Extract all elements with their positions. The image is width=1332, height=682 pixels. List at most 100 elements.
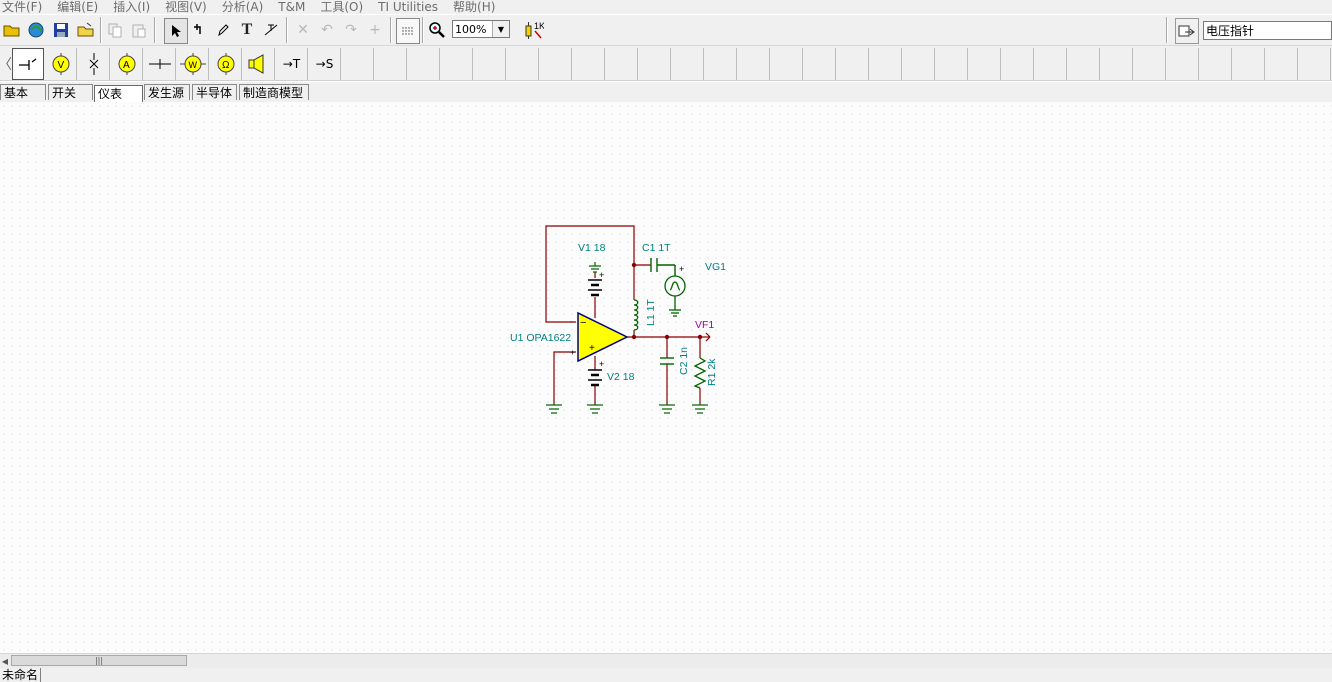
schematic-diagram: − + - + + + + V1 18 C1 1T VG1 VF1 U1 OPA… — [510, 225, 726, 414]
svg-text:1K: 1K — [534, 21, 544, 31]
svg-text:+: + — [570, 348, 575, 357]
terminal-s-button[interactable]: →S — [309, 48, 341, 80]
schematic-canvas[interactable]: − + - + + + + V1 18 C1 1T VG1 VF1 U1 OPA… — [0, 102, 1332, 653]
ground-icon — [587, 404, 603, 414]
scrollbar-thumb[interactable]: ||| — [11, 655, 187, 666]
empty-slot — [1299, 48, 1331, 80]
empty-slot — [606, 48, 638, 80]
menu-item-5[interactable]: T&M — [278, 0, 305, 14]
switch-tool-icon[interactable] — [78, 48, 110, 80]
wire-tool-icon[interactable] — [188, 18, 210, 42]
zoom-select[interactable]: 100% ▼ — [452, 20, 510, 38]
empty-slot — [936, 48, 968, 80]
menu-item-1[interactable]: 编辑(E) — [57, 0, 98, 14]
terminal-t-button[interactable]: →T — [276, 48, 308, 80]
copy-icon[interactable] — [104, 18, 126, 42]
svg-text:A: A — [123, 60, 130, 71]
scroll-left-icon[interactable]: 〈 — [0, 48, 12, 80]
empty-slot — [870, 48, 902, 80]
tab-3[interactable]: 发生源 — [144, 84, 190, 100]
empty-slot — [1266, 48, 1298, 80]
node-tool-icon[interactable] — [260, 18, 282, 42]
open-folder-icon[interactable] — [1, 18, 23, 42]
status-bar: 未命名 — [0, 668, 1332, 682]
pointer-select[interactable]: 电压指针 — [1203, 21, 1332, 40]
menu-item-2[interactable]: 插入(I) — [113, 0, 150, 14]
web-globe-icon[interactable] — [25, 18, 47, 42]
empty-slot — [639, 48, 671, 80]
opamp-u1[interactable]: − + - + — [570, 311, 629, 363]
horizontal-scrollbar[interactable]: ◀ ||| — [0, 653, 1332, 668]
main-toolbar: T ✕ ↶ ↷ + 100% ▼ 1K 电压指针 — [0, 15, 1332, 46]
empty-slot — [672, 48, 704, 80]
ground-icons — [546, 404, 708, 414]
ground-icon — [692, 404, 708, 414]
open-file-icon[interactable] — [75, 18, 97, 42]
resistor-probe-icon[interactable]: 1K — [522, 18, 544, 42]
component-toolbar: 〈 V A W Ω →T →S — [0, 46, 1332, 81]
capacitor-c2[interactable] — [660, 357, 674, 365]
tab-1[interactable]: 开关 — [48, 84, 93, 100]
save-icon[interactable] — [50, 18, 72, 42]
tab-0[interactable]: 基本 — [0, 84, 46, 100]
menu-bar: 文件(F) 编辑(E) 插入(I) 视图(V) 分析(A) T&M 工具(O) TI Util… — [0, 0, 1332, 14]
inductor-l1[interactable] — [633, 299, 639, 331]
empty-slot — [474, 48, 506, 80]
wattmeter-icon[interactable]: W — [177, 48, 209, 80]
battery-v2[interactable]: + — [588, 359, 604, 387]
ground-icon — [546, 404, 562, 414]
paste-icon[interactable] — [128, 18, 150, 42]
delete-icon[interactable]: ✕ — [292, 18, 314, 42]
menu-item-7[interactable]: TI Utilities — [378, 0, 438, 14]
select-arrow-icon[interactable] — [164, 18, 188, 44]
menu-item-4[interactable]: 分析(A) — [222, 0, 264, 14]
pencil-icon[interactable] — [212, 18, 234, 42]
ohmmeter-icon[interactable]: Ω — [210, 48, 242, 80]
voltmeter-icon[interactable]: V — [45, 48, 77, 80]
junction-dots — [631, 262, 703, 340]
menu-item-3[interactable]: 视图(V) — [165, 0, 207, 14]
empty-slot — [705, 48, 737, 80]
jumper-tool-icon[interactable] — [144, 48, 176, 80]
svg-text:-: - — [570, 317, 573, 326]
empty-slot — [540, 48, 572, 80]
grid-icon[interactable] — [396, 18, 420, 44]
empty-slot — [804, 48, 836, 80]
tab-2[interactable]: 仪表 — [94, 85, 143, 102]
undo-icon[interactable]: ↶ — [316, 18, 338, 42]
menu-item-0[interactable]: 文件(F) — [2, 0, 42, 14]
label-vf1: VF1 — [695, 319, 714, 331]
document-tab[interactable]: 未命名 — [0, 668, 42, 682]
zoom-icon[interactable] — [426, 18, 448, 42]
svg-text:−: − — [580, 317, 586, 329]
redo-icon[interactable]: ↷ — [340, 18, 362, 42]
terminal-t-label: →T — [282, 57, 301, 71]
empty-slot — [1068, 48, 1100, 80]
text-tool-icon[interactable]: T — [236, 18, 258, 42]
cross-icon[interactable]: + — [364, 18, 386, 42]
speaker-icon[interactable] — [243, 48, 275, 80]
menu-item-6[interactable]: 工具(O) — [320, 0, 363, 14]
voltage-pin-vf1[interactable] — [701, 332, 711, 342]
tab-5[interactable]: 制造商模型 — [239, 84, 309, 100]
label-r1: R1 2k — [706, 358, 718, 386]
tab-4[interactable]: 半导体 — [192, 84, 237, 100]
empty-slot — [441, 48, 473, 80]
terminal-s-label: →S — [315, 57, 334, 71]
svg-text:+: + — [589, 343, 595, 354]
label-c2: C2 1n — [678, 347, 690, 375]
ground-tool-icon[interactable] — [12, 48, 44, 80]
scroll-left-arrow-icon[interactable]: ◀ — [0, 654, 10, 668]
menu-item-8[interactable]: 帮助(H) — [453, 0, 495, 14]
svg-text:+: + — [679, 264, 684, 274]
empty-slot — [507, 48, 539, 80]
resistor-r1[interactable] — [693, 357, 707, 389]
battery-v1[interactable]: + — [588, 270, 604, 297]
chevron-down-icon[interactable]: ▼ — [492, 21, 509, 37]
empty-slot — [1101, 48, 1133, 80]
capacitor-c1[interactable] — [650, 258, 676, 276]
pointer-hand-icon[interactable] — [1175, 18, 1199, 44]
ground-icon — [659, 404, 675, 414]
ammeter-icon[interactable]: A — [111, 48, 143, 80]
empty-slot — [1134, 48, 1166, 80]
